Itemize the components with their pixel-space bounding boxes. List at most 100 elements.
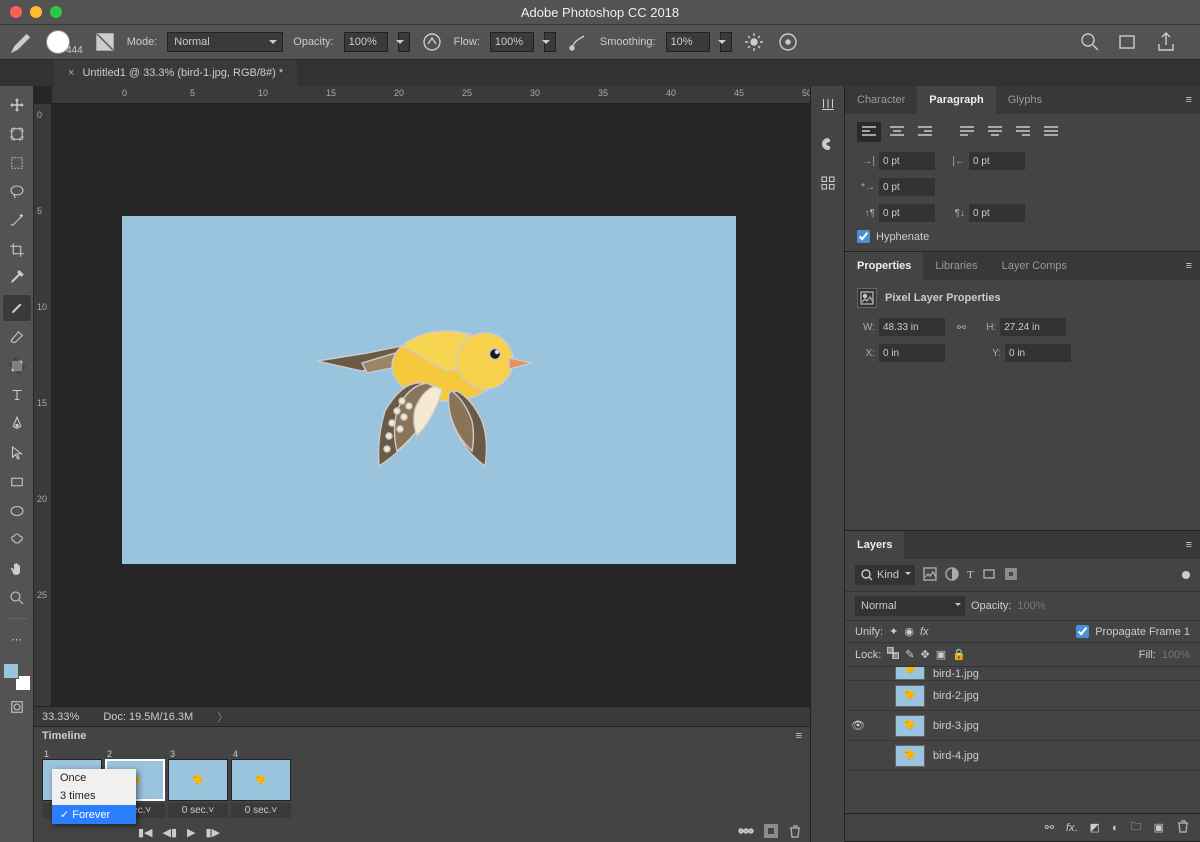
doc-info[interactable]: Doc: 19.5M/16.3M [103,711,193,723]
space-before-input[interactable]: 0 pt [879,204,935,222]
close-window[interactable] [10,6,22,18]
patterns-panel-icon[interactable] [819,174,837,195]
minimize-window[interactable] [30,6,42,18]
first-line-input[interactable]: 0 pt [879,178,935,196]
smoothing-options-icon[interactable] [742,30,766,54]
lock-artboard-icon[interactable]: ▣ [936,648,946,661]
tab-layer-comps[interactable]: Layer Comps [990,252,1079,280]
layer-blend-mode[interactable]: Normal [855,596,965,616]
unify-style-icon[interactable]: fx [920,626,929,638]
info-arrow-icon[interactable]: 〉 [217,709,228,725]
indent-right-input[interactable]: 0 pt [969,152,1025,170]
tab-character[interactable]: Character [845,86,917,114]
height-input[interactable]: 27.24 in [1000,318,1066,336]
trash-icon[interactable] [788,824,802,841]
justify-all-icon[interactable] [1039,122,1063,142]
new-layer-icon[interactable]: ▣ [1154,821,1164,834]
blend-mode-select[interactable]: Normal [167,32,283,52]
filter-pixel-icon[interactable] [923,567,937,584]
airbrush-icon[interactable] [566,30,590,54]
smoothing-input[interactable]: 10% [666,32,710,52]
custom-shape-tool[interactable] [3,527,31,553]
loop-option[interactable]: Forever [52,805,136,824]
flow-input[interactable]: 100% [490,32,534,52]
panel-menu-icon[interactable]: ≡ [1178,539,1200,551]
align-center-icon[interactable] [885,122,909,142]
canvas[interactable] [52,104,810,706]
layer-row[interactable]: 🐤bird-2.jpg [845,681,1200,711]
rectangle-shape-tool[interactable] [3,469,31,495]
document-tab[interactable]: × Untitled1 @ 33.3% (bird-1.jpg, RGB/8#)… [54,60,297,86]
hand-tool[interactable] [3,556,31,582]
tab-glyphs[interactable]: Glyphs [996,86,1054,114]
type-tool[interactable] [3,382,31,408]
lock-all-icon[interactable]: 🔒 [952,648,966,661]
panel-menu-icon[interactable]: ≡ [796,730,802,742]
edit-toolbar[interactable]: ⋯ [3,626,31,652]
space-after-input[interactable]: 0 pt [969,204,1025,222]
frame-arrange-icon[interactable] [1116,30,1140,54]
loop-option[interactable]: 3 times [52,787,136,805]
ellipse-shape-tool[interactable] [3,498,31,524]
tween-icon[interactable] [738,824,754,841]
prev-frame-icon[interactable]: ◀▮ [163,826,178,839]
unify-position-icon[interactable]: ✦ [889,625,898,638]
layer-mask-icon[interactable]: ◩ [1090,821,1100,834]
lock-transparency-icon[interactable] [887,647,899,662]
timeline-frame[interactable]: 3🐤0 sec.˅ [168,749,228,818]
panel-menu-icon[interactable]: ≡ [1178,94,1200,106]
delete-layer-icon[interactable] [1176,819,1190,836]
justify-left-icon[interactable] [955,122,979,142]
move-tool[interactable] [3,92,31,118]
close-tab-icon[interactable]: × [68,67,74,79]
search-icon[interactable] [1078,30,1102,54]
flow-dropdown[interactable] [544,32,556,52]
tab-properties[interactable]: Properties [845,252,923,280]
smoothing-dropdown[interactable] [720,32,732,52]
opacity-dropdown[interactable] [398,32,410,52]
layer-row[interactable]: 🐤bird-1.jpg [845,667,1200,681]
swatches-panel-icon[interactable] [819,135,837,156]
pressure-opacity-icon[interactable] [420,30,444,54]
zoom-tool[interactable] [3,585,31,611]
path-select-tool[interactable] [3,440,31,466]
pen-tool[interactable] [3,411,31,437]
timeline-frame[interactable]: 4🐤0 sec.˅ [231,749,291,818]
lock-pixels-icon[interactable]: ✎ [905,648,914,661]
y-input[interactable]: 0 in [1005,344,1071,362]
ruler-vertical[interactable]: 0510152025 [34,104,52,706]
filter-toggle[interactable] [1182,571,1190,579]
panel-menu-icon[interactable]: ≡ [1178,260,1200,272]
justify-right-icon[interactable] [1011,122,1035,142]
layer-row[interactable]: 👁🐤bird-3.jpg [845,711,1200,741]
filter-smart-icon[interactable] [1004,567,1018,584]
link-layers-icon[interactable]: ⚯ [1045,821,1054,834]
link-dimensions-icon[interactable]: ⚯ [957,321,966,334]
propagate-checkbox[interactable]: Propagate Frame 1 [1076,625,1190,638]
crop-tool[interactable] [3,237,31,263]
tool-preset-picker[interactable] [8,31,36,53]
filter-type-icon[interactable]: T [967,569,974,581]
hyphenate-checkbox[interactable]: Hyphenate [857,230,1188,243]
eyedropper-tool[interactable] [3,266,31,292]
opacity-input[interactable]: 100% [344,32,388,52]
layer-filter-kind[interactable]: Kind [855,565,915,585]
share-icon[interactable] [1154,30,1178,54]
tab-paragraph[interactable]: Paragraph [917,86,995,114]
first-frame-icon[interactable]: ▮◀ [138,826,153,839]
tab-layers[interactable]: Layers [845,531,904,559]
brush-tool[interactable] [3,295,31,321]
adjustment-layer-icon[interactable]: ◐ [1112,822,1119,834]
x-input[interactable]: 0 in [879,344,945,362]
maximize-window[interactable] [50,6,62,18]
justify-center-icon[interactable] [983,122,1007,142]
ruler-horizontal[interactable]: 05101520253035404550 [52,86,810,104]
layer-fill[interactable]: 100% [1162,649,1190,661]
next-frame-icon[interactable]: ▮▶ [206,826,221,839]
lasso-tool[interactable] [3,179,31,205]
layer-row[interactable]: 🐤bird-4.jpg [845,741,1200,771]
brushes-panel-icon[interactable] [819,96,837,117]
brush-settings-icon[interactable] [93,30,117,54]
symmetry-icon[interactable] [776,30,800,54]
width-input[interactable]: 48.33 in [879,318,945,336]
